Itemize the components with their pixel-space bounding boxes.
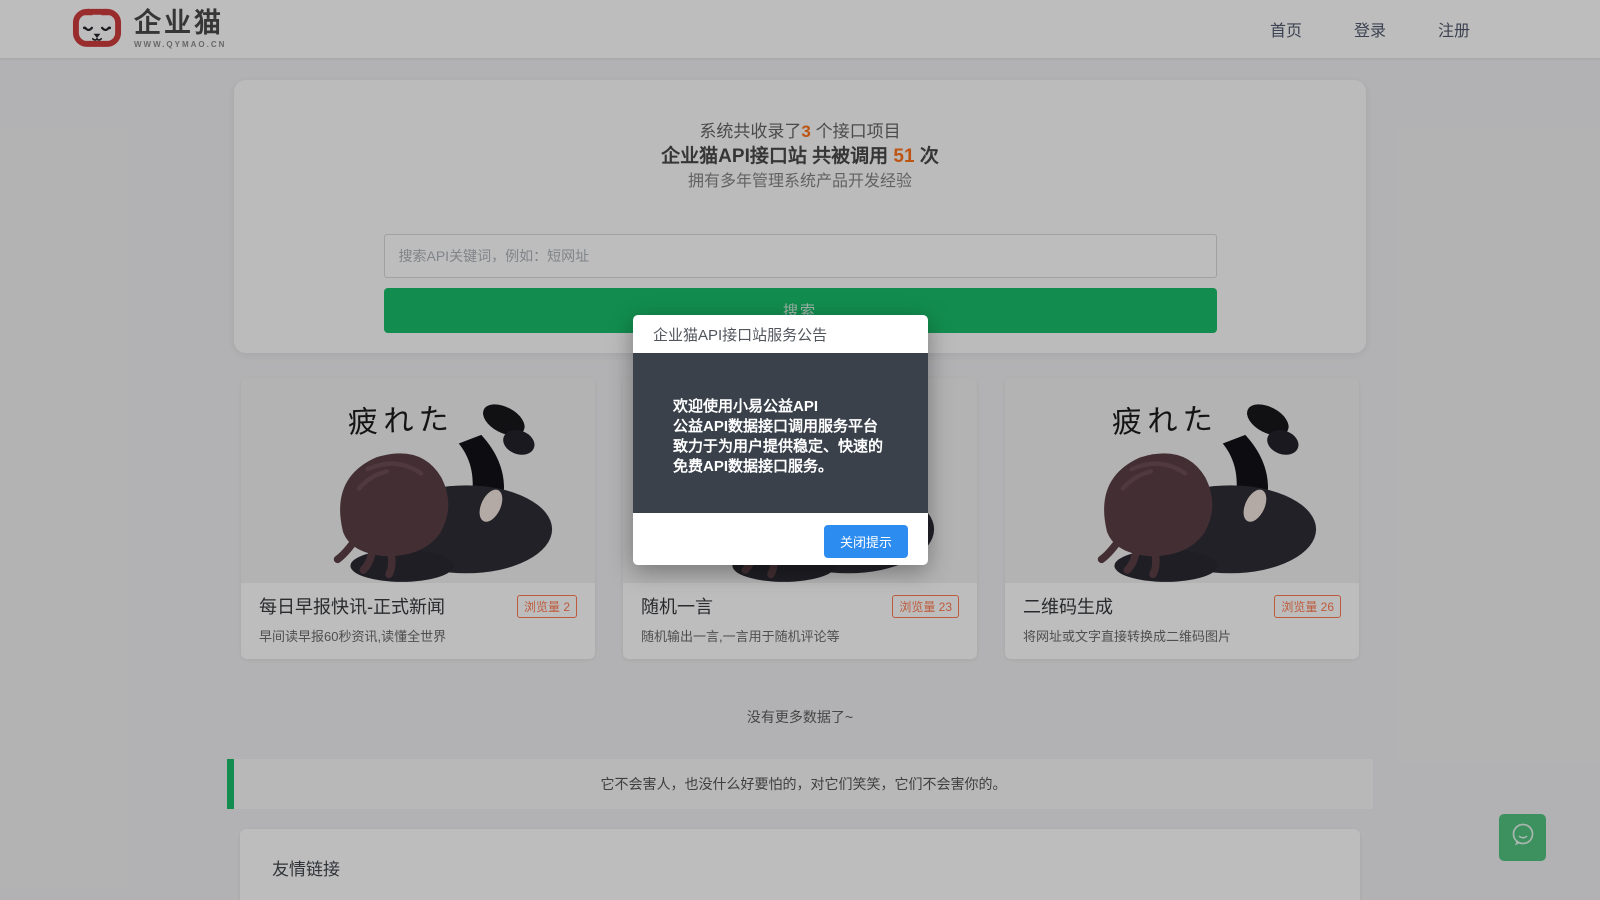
modal-title: 企业猫API接口站服务公告 <box>633 315 928 353</box>
modal-body-text: 欢迎使用小易公益API 公益API数据接口调用服务平台 致力于为用户提供稳定、快… <box>633 353 928 513</box>
announcement-modal: 企业猫API接口站服务公告 欢迎使用小易公益API 公益API数据接口调用服务平… <box>633 315 928 565</box>
modal-footer: 关闭提示 <box>633 513 928 565</box>
modal-close-button[interactable]: 关闭提示 <box>824 525 908 558</box>
